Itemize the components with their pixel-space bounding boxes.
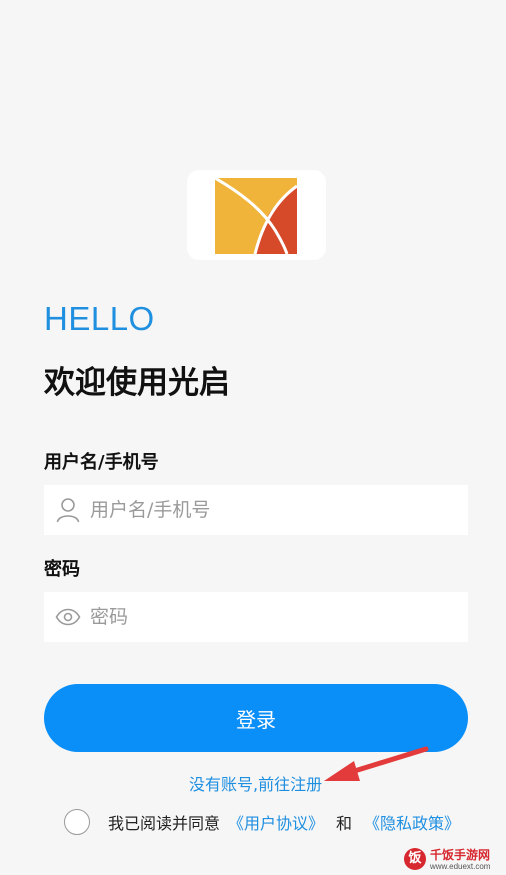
username-label: 用户名/手机号 bbox=[44, 452, 159, 473]
password-field[interactable] bbox=[44, 592, 468, 642]
app-logo-icon bbox=[215, 178, 297, 254]
watermark-url: www.eduext.com bbox=[430, 862, 491, 871]
register-link[interactable]: 没有账号,前往注册 bbox=[189, 771, 322, 795]
user-agreement-link[interactable]: 《用户协议》 bbox=[228, 810, 324, 834]
agreement-and: 和 bbox=[336, 814, 353, 833]
password-label: 密码 bbox=[44, 559, 80, 580]
watermark-name: 千饭手游网 bbox=[430, 848, 491, 862]
arrow-annotation-icon bbox=[324, 746, 429, 781]
watermark-badge: 饭 bbox=[404, 848, 426, 870]
eye-icon[interactable] bbox=[55, 604, 81, 630]
login-button[interactable]: 登录 bbox=[44, 684, 468, 752]
username-input[interactable] bbox=[90, 499, 450, 521]
agreement-row: 我已阅读并同意 《用户协议》 和 《隐私政策》 bbox=[64, 809, 460, 835]
app-logo bbox=[187, 170, 326, 260]
agreement-checkbox[interactable] bbox=[64, 809, 90, 835]
watermark: 饭 千饭手游网 www.eduext.com bbox=[404, 848, 506, 875]
password-input[interactable] bbox=[90, 606, 450, 628]
user-icon bbox=[55, 497, 81, 523]
agreement-prefix: 我已阅读并同意 bbox=[108, 814, 221, 833]
username-field[interactable] bbox=[44, 485, 468, 535]
greeting-title: HELLO bbox=[44, 300, 155, 337]
privacy-policy-link[interactable]: 《隐私政策》 bbox=[364, 810, 460, 834]
welcome-title: 欢迎使用光启 bbox=[44, 365, 230, 401]
